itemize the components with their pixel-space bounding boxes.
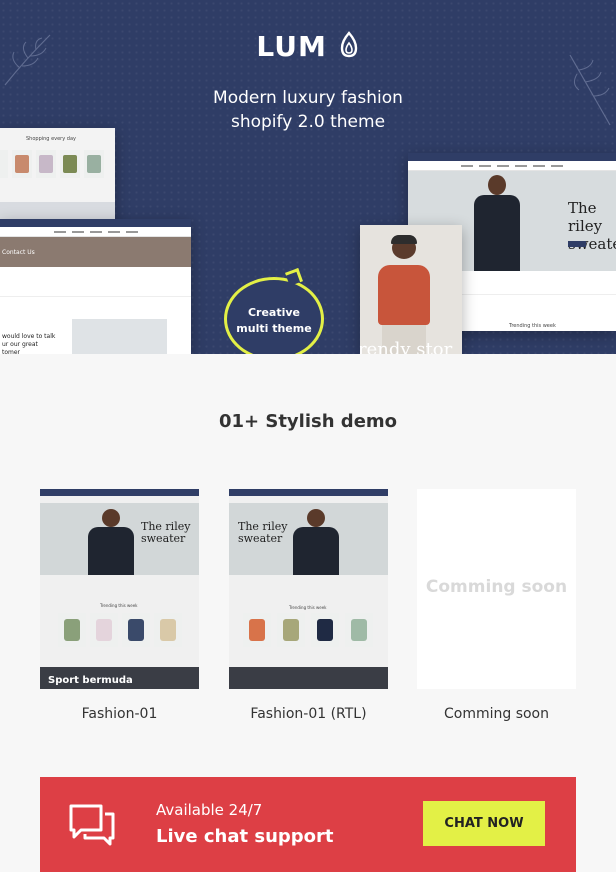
tagline-line: Modern luxury fashion: [213, 88, 403, 108]
logo-flame-icon: [340, 31, 357, 58]
mock-screenshot-model: rendy stor: [360, 225, 462, 354]
availability-text: Available 24/7: [156, 801, 263, 819]
section-title: 01+ Stylish demo: [218, 411, 398, 432]
demo-card-fashion-01[interactable]: The riley sweater Trending this week Spo…: [40, 489, 199, 689]
live-chat-banner: Available 24/7 Live chat support CHAT NO…: [40, 777, 576, 872]
speech-bubble-text: Creative multi theme: [236, 306, 312, 335]
mock-heading: Contact Us: [2, 249, 35, 256]
hero-tagline: Modern luxury fashion shopify 2.0 theme: [0, 86, 616, 134]
demo-heading: The riley sweater: [238, 520, 288, 545]
mock-overlay-text: rendy stor: [360, 339, 453, 354]
demo-label: Comming soon: [443, 706, 549, 722]
mock-screenshot-products: Shopping every day: [0, 128, 115, 228]
brand-logo: LUM: [0, 30, 616, 63]
chat-now-button[interactable]: CHAT NOW: [423, 801, 545, 846]
demo-trending: Trending this week: [100, 603, 138, 608]
demo-bottom-caption: Sport bermuda: [48, 675, 133, 686]
demo-heading: The riley sweater: [141, 520, 191, 545]
hero-section: LUM Modern luxury fashion shopify 2.0 th…: [0, 0, 616, 354]
live-chat-heading: Live chat support: [156, 826, 334, 847]
brand-name: LUM: [256, 30, 327, 63]
demo-card-coming-soon: Comming soon: [417, 489, 576, 689]
demo-label[interactable]: Fashion-01 (RTL): [229, 706, 388, 722]
mock-trending: Trending this week: [509, 323, 556, 329]
mock-talk-text: would love to talk ur our great tomer: [2, 333, 56, 354]
mock-screenshot-contact: Contact Us would love to talk ur our gre…: [0, 219, 191, 354]
chat-bubbles-icon: [69, 804, 115, 846]
demo-trending: Trending this week: [289, 605, 327, 610]
demo-card-fashion-01-rtl[interactable]: The riley sweater Trending this week: [229, 489, 388, 689]
demo-label[interactable]: Fashion-01: [40, 706, 199, 722]
mock-heading: Shopping every day: [26, 136, 76, 142]
coming-soon-placeholder: Comming soon: [425, 577, 568, 597]
